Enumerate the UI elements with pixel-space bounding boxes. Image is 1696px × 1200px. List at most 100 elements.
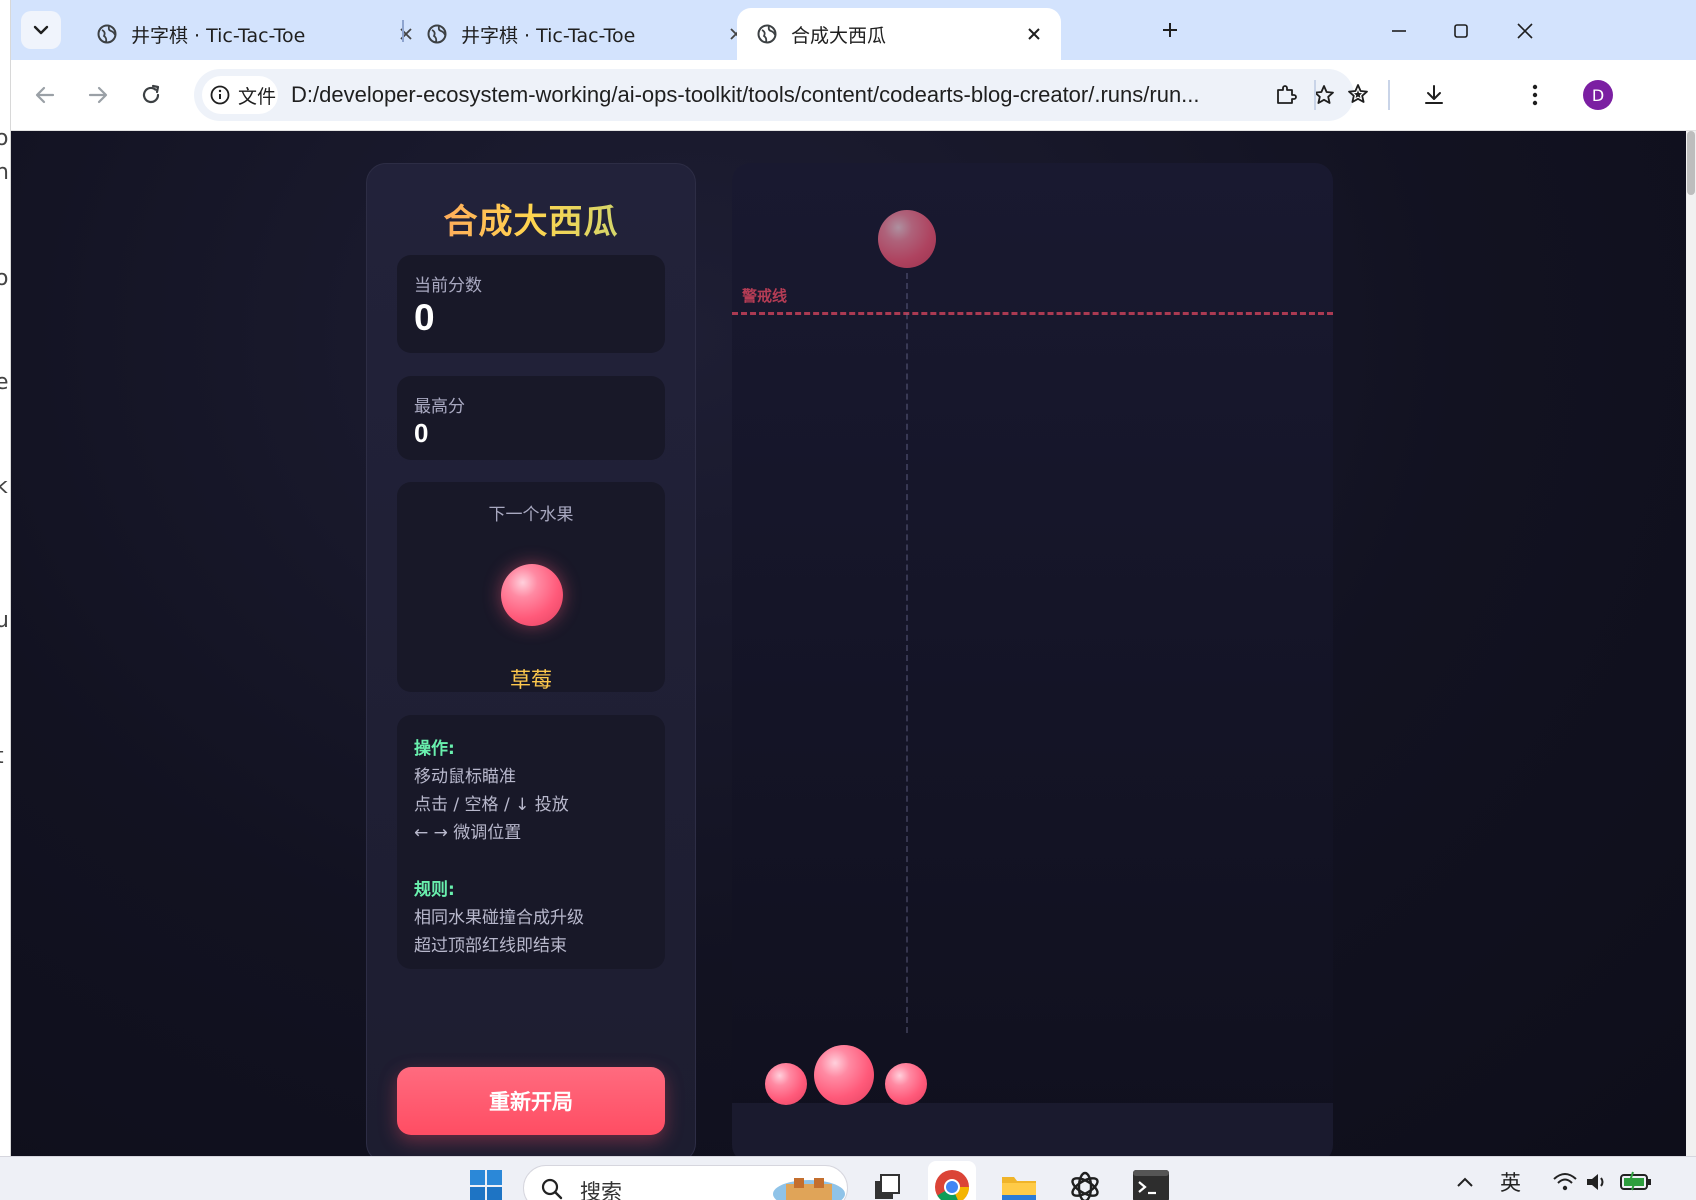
terminal-icon — [1133, 1170, 1169, 1200]
maximize-button[interactable] — [1444, 14, 1478, 48]
board-floor — [732, 1103, 1333, 1156]
controls-heading: 操作: — [414, 739, 455, 759]
next-fruit-name: 草莓 — [510, 668, 552, 692]
url-text[interactable]: D:/developer-ecosystem-working/ai-ops-to… — [291, 82, 1291, 108]
tab-tictactoe-2[interactable]: 井字棋 · Tic-Tac-Toe — [407, 8, 763, 60]
speaker-icon[interactable] — [1584, 1171, 1610, 1193]
downloads-button[interactable] — [1416, 77, 1452, 113]
rules-line: 相同水果碰撞合成升级 — [414, 908, 584, 928]
page-viewport: 合成大西瓜 当前分数 0 最高分 0 下一个水果 草莓 操作: 移动鼠标瞄准 点… — [11, 131, 1686, 1156]
wifi-icon[interactable] — [1552, 1171, 1578, 1193]
globe-icon — [427, 24, 447, 44]
aiming-fruit — [878, 210, 936, 268]
next-fruit-label: 下一个水果 — [488, 505, 574, 525]
favorites-button[interactable] — [1341, 77, 1377, 113]
taskbar-search-box[interactable]: 搜索 — [523, 1165, 848, 1200]
best-score-label: 最高分 — [414, 397, 465, 417]
start-button[interactable] — [462, 1161, 510, 1200]
arrow-left-icon — [35, 86, 55, 104]
taskbar-search-label: 搜索 — [580, 1180, 622, 1200]
bookmark-button[interactable] — [1306, 77, 1342, 113]
chrome-taskbar-button[interactable] — [928, 1161, 976, 1200]
search-highlight-icon — [773, 1178, 845, 1200]
info-icon — [210, 85, 230, 105]
browser-menu-button[interactable] — [1517, 77, 1553, 113]
back-button[interactable] — [27, 77, 63, 113]
background-window-edge: o h o e k u i t — [0, 0, 11, 1156]
close-window-button[interactable] — [1508, 14, 1542, 48]
close-icon[interactable] — [1023, 23, 1045, 45]
chrome-icon — [935, 1170, 969, 1200]
battery-icon[interactable] — [1620, 1170, 1652, 1192]
input-language-indicator[interactable]: 英 — [1500, 1167, 1521, 1197]
best-score-value: 0 — [414, 418, 429, 448]
tab-title: 井字棋 · Tic-Tac-Toe — [461, 24, 636, 47]
star-list-icon — [1348, 84, 1368, 103]
chevron-down-icon — [33, 25, 49, 35]
file-explorer-button[interactable] — [995, 1161, 1043, 1200]
tab-title: 合成大西瓜 — [791, 24, 887, 47]
rules-line: 超过顶部红线即结束 — [414, 936, 567, 956]
minimize-icon — [1392, 30, 1406, 32]
site-info-chip[interactable]: 文件 — [202, 76, 278, 114]
plus-icon — [1163, 23, 1177, 37]
taskbar: 搜索 英 — [0, 1156, 1696, 1200]
search-icon — [541, 1178, 563, 1200]
restart-button[interactable]: 重新开局 — [397, 1067, 665, 1135]
more-vertical-icon — [1532, 84, 1538, 106]
new-tab-button[interactable] — [1154, 14, 1186, 46]
browser-window: 井字棋 · Tic-Tac-Toe 井字棋 · Tic-Tac-Toe 合成大西… — [11, 0, 1696, 1156]
score-value: 0 — [414, 297, 435, 338]
controls-line: 移动鼠标瞄准 — [414, 767, 516, 787]
browser-toolbar: 文件 D:/developer-ecosystem-working/ai-ops… — [11, 60, 1696, 131]
fruit-strawberry — [885, 1063, 927, 1105]
score-label: 当前分数 — [414, 276, 482, 296]
reload-button[interactable] — [133, 77, 169, 113]
globe-icon — [97, 24, 117, 44]
score-card: 当前分数 0 — [397, 255, 665, 353]
rules-heading: 规则: — [414, 880, 455, 900]
extensions-button[interactable] — [1268, 77, 1304, 113]
forward-button[interactable] — [80, 77, 116, 113]
tab-strip: 井字棋 · Tic-Tac-Toe 井字棋 · Tic-Tac-Toe 合成大西… — [11, 0, 1696, 60]
tab-separator — [402, 20, 404, 42]
windows-logo-icon — [470, 1170, 502, 1200]
next-fruit-preview — [501, 564, 563, 626]
next-fruit-card: 下一个水果 草莓 — [397, 482, 665, 692]
chevron-up-icon[interactable] — [1454, 1171, 1476, 1193]
minimize-button[interactable] — [1382, 14, 1416, 48]
scrollbar-thumb[interactable] — [1687, 131, 1695, 195]
arrow-right-icon — [88, 86, 108, 104]
terminal-taskbar-button[interactable] — [1127, 1161, 1175, 1200]
maximize-icon — [1454, 24, 1468, 38]
profile-avatar[interactable]: D — [1583, 80, 1613, 110]
game-title: 合成大西瓜 — [367, 194, 695, 243]
fruit-strawberry — [765, 1063, 807, 1105]
controls-line: 点击 / 空格 / ↓ 投放 — [414, 795, 569, 815]
controls-line: ← → 微调位置 — [414, 823, 522, 843]
close-icon — [1517, 23, 1533, 39]
toolbar-divider — [1314, 80, 1316, 110]
page-scrollbar[interactable] — [1686, 131, 1696, 1156]
game-side-panel: 合成大西瓜 当前分数 0 最高分 0 下一个水果 草莓 操作: 移动鼠标瞄准 点… — [366, 163, 696, 1156]
chatgpt-taskbar-button[interactable] — [1061, 1161, 1109, 1200]
tab-search-button[interactable] — [21, 11, 61, 49]
fruit-grape — [814, 1045, 874, 1105]
site-chip-label: 文件 — [238, 85, 277, 108]
tab-tictactoe-1[interactable]: 井字棋 · Tic-Tac-Toe — [77, 8, 433, 60]
openai-icon — [1071, 1171, 1099, 1200]
reload-icon — [142, 84, 160, 104]
game-board-canvas[interactable]: 警戒线 — [732, 163, 1333, 1156]
folder-icon — [1002, 1177, 1036, 1200]
toolbar-divider — [1388, 80, 1390, 110]
aim-guide-line — [906, 273, 908, 1033]
puzzle-icon — [1277, 85, 1297, 104]
task-view-button[interactable] — [863, 1161, 911, 1200]
help-card: 操作: 移动鼠标瞄准 点击 / 空格 / ↓ 投放 ← → 微调位置 规则: 相… — [397, 715, 665, 969]
globe-icon — [757, 24, 777, 44]
address-bar[interactable]: 文件 D:/developer-ecosystem-working/ai-ops… — [194, 69, 1354, 121]
tab-watermelon-game[interactable]: 合成大西瓜 — [737, 8, 1061, 60]
best-score-card: 最高分 0 — [397, 376, 665, 460]
warning-line — [732, 312, 1333, 315]
star-icon — [1314, 85, 1334, 104]
